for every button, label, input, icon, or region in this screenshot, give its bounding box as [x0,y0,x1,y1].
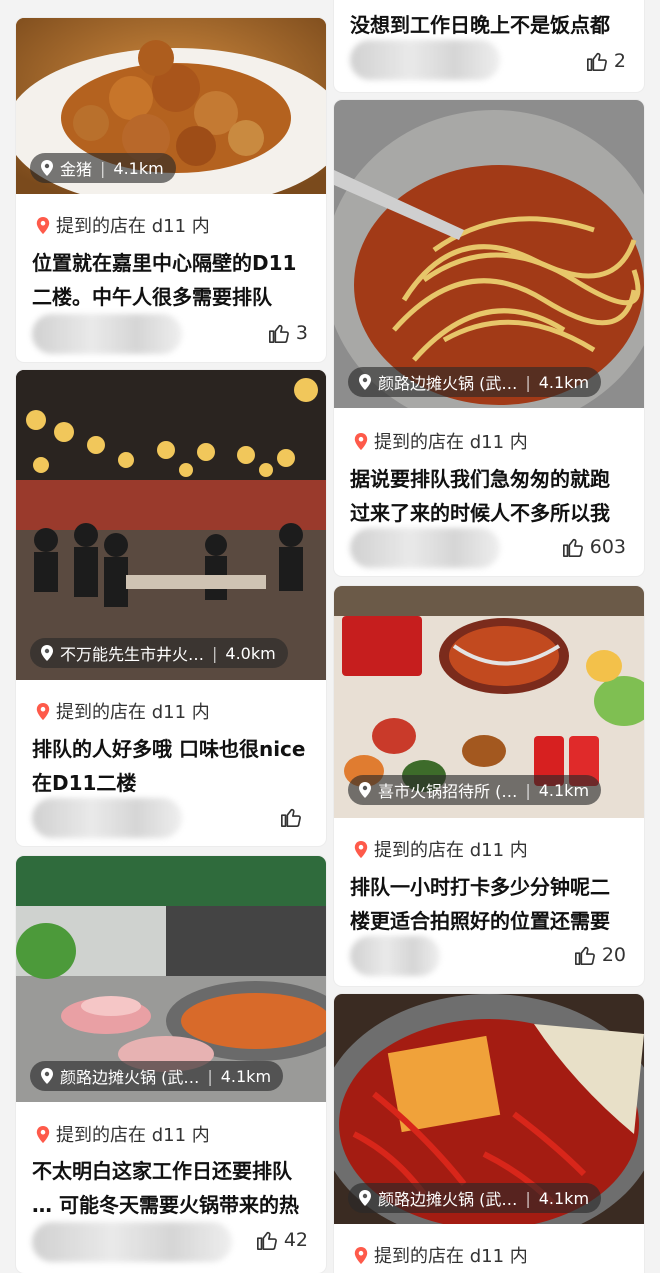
mention-text: 提到的店在 d11 内 [56,1125,210,1146]
location-pin-icon [41,1068,53,1084]
author-avatar[interactable] [350,40,500,80]
post-text-line: 没想到工作日晚上不是饭点都 [350,13,610,37]
like-count: 3 [295,322,308,344]
store-mention[interactable]: 提到的店在 d11 内 [36,1121,210,1147]
location-pin-icon [36,702,50,720]
pill-divider: | [525,780,531,800]
location-pin-icon [359,782,371,798]
store-mention[interactable]: 提到的店在 d11 内 [36,212,210,238]
location-pin-icon [41,645,53,661]
feed-card-5[interactable]: 颜路边摊火锅 (武… | 4.1km 提到的店在 d11 内 据说要排队我们急匆… [334,100,644,576]
location-distance: 4.1km [538,1188,590,1208]
location-pin-icon [354,432,368,450]
mention-text: 提到的店在 d11 内 [374,1246,528,1267]
post-text: 不太明白这家工作日还要排队 … 可能冬天需要火锅带来的热 [32,1154,310,1222]
like-count: 603 [589,536,626,558]
location-pin-icon [354,840,368,858]
like-button[interactable] [280,806,308,828]
author-avatar[interactable] [32,798,182,838]
location-distance: 4.1km [538,372,590,392]
like-button[interactable]: 20 [574,944,626,966]
location-distance: 4.1km [113,158,164,178]
location-name: 颜路边摊火锅 (武… [60,1068,200,1087]
thumbs-up-icon [268,324,289,343]
like-count: 2 [613,50,626,72]
feed-card-7[interactable]: 颜路边摊火锅 (武… | 4.1km 提到的店在 d11 内 [334,994,644,1273]
thumbs-up-icon [586,52,607,71]
author-avatar[interactable] [32,1222,232,1262]
location-pin-icon [354,1246,368,1264]
location-pill[interactable]: 喜市火锅招待所 (… | 4.1km [348,775,602,805]
location-pill[interactable]: 颜路边摊火锅 (武… | 4.1km [348,367,602,397]
mention-text: 提到的店在 d11 内 [56,702,210,723]
post-text-line: 二楼。中午人很多需要排队 [32,285,272,309]
location-pill[interactable]: 颜路边摊火锅 (武… | 4.1km [30,1061,284,1091]
location-pin-icon [36,1125,50,1143]
pill-divider: | [207,1066,213,1086]
like-button[interactable]: 603 [562,536,626,558]
location-pin-icon [359,374,371,390]
location-name: 颜路边摊火锅 (武… [378,1190,518,1209]
like-button[interactable]: 2 [586,50,626,72]
mention-text: 提到的店在 d11 内 [374,840,528,861]
feed-card-3[interactable]: 颜路边摊火锅 (武… | 4.1km 提到的店在 d11 内 不太明白这家工作日… [16,856,326,1273]
feed-card-2[interactable]: 不万能先生市井火… | 4.0km 提到的店在 d11 内 排队的人好多哦 口味… [16,370,326,846]
pill-divider: | [525,1188,531,1208]
location-distance: 4.1km [220,1066,272,1086]
post-text-line: 不太明白这家工作日还要排队 [32,1159,292,1183]
like-button[interactable]: 3 [268,322,308,344]
post-text-line: 过来了来的时候人不多所以我 [350,501,610,525]
location-name: 不万能先生市井火… [60,645,205,664]
store-mention[interactable]: 提到的店在 d11 内 [36,698,210,724]
mention-text: 提到的店在 d11 内 [56,216,210,237]
post-text-line: 在D11二楼 [32,771,137,795]
post-text: 没想到工作日晚上不是饭点都 [350,8,628,42]
location-name: 金猪 [60,160,93,179]
feed-card-1[interactable]: 金猪 | 4.1km 提到的店在 d11 内 位置就在嘉里中心隔壁的D11 二楼… [16,18,326,362]
like-count: 20 [601,944,626,966]
location-pin-icon [36,216,50,234]
location-pill[interactable]: 不万能先生市井火… | 4.0km [30,638,288,668]
feed-card-6[interactable]: 喜市火锅招待所 (… | 4.1km 提到的店在 d11 内 排队一小时打卡多少… [334,586,644,986]
thumbs-up-icon [256,1231,277,1250]
post-text: 排队一小时打卡多少分钟呢二 楼更适合拍照好的位置还需要 [350,870,628,938]
location-name: 颜路边摊火锅 (武… [378,374,518,393]
pill-divider: | [212,643,218,663]
thumbs-up-icon [281,808,301,827]
location-pill[interactable]: 金猪 | 4.1km [30,153,176,183]
post-text-line: 排队一小时打卡多少分钟呢二 [350,875,610,899]
post-text-line: 排队的人好多哦 口味也很nice [32,737,306,761]
restaurant-interior-photo [16,370,326,680]
post-text: 排队的人好多哦 口味也很nice 在D11二楼 [32,732,310,800]
author-avatar[interactable] [350,528,500,568]
thumbs-up-icon [574,946,595,965]
store-mention[interactable]: 提到的店在 d11 内 [354,836,528,862]
location-pin-icon [359,1190,371,1206]
pill-divider: | [525,372,531,392]
location-distance: 4.1km [538,780,590,800]
location-pin-icon [41,160,53,176]
author-avatar[interactable] [32,314,182,354]
store-mention[interactable]: 提到的店在 d11 内 [354,1242,528,1268]
post-text-line: 位置就在嘉里中心隔壁的D11 [32,251,297,275]
store-mention[interactable]: 提到的店在 d11 内 [354,428,528,454]
post-text: 据说要排队我们急匆匆的就跑 过来了来的时候人不多所以我 [350,462,628,530]
thumbs-up-icon [562,538,583,557]
like-button[interactable]: 42 [256,1229,308,1251]
location-pill[interactable]: 颜路边摊火锅 (武… | 4.1km [348,1183,602,1213]
post-text-line: 据说要排队我们急匆匆的就跑 [350,467,610,491]
mention-text: 提到的店在 d11 内 [374,432,528,453]
like-count: 42 [283,1229,308,1251]
post-text-line: 楼更适合拍照好的位置还需要 [350,909,610,933]
post-text-line: … 可能冬天需要火锅带来的热 [32,1193,299,1217]
author-avatar[interactable] [350,936,440,976]
feed-card-4[interactable]: 没想到工作日晚上不是饭点都 2 [334,0,644,92]
noodles-photo [334,100,644,408]
pill-divider: | [100,158,106,178]
post-text: 位置就在嘉里中心隔壁的D11 二楼。中午人很多需要排队 [32,246,310,314]
location-distance: 4.0km [225,643,276,663]
location-name: 喜市火锅招待所 (… [378,782,518,801]
